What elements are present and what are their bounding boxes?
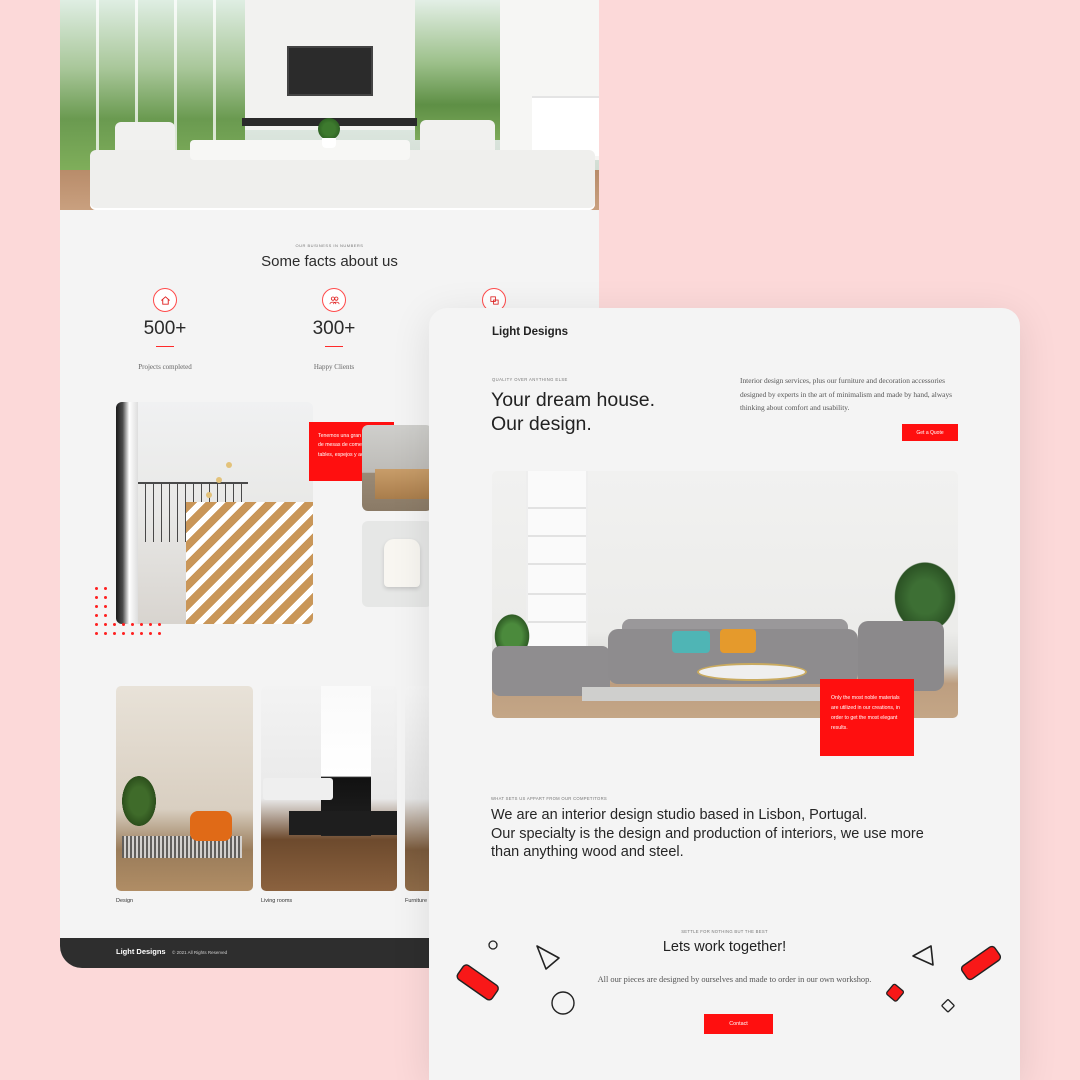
home-icon <box>153 288 177 312</box>
chair-image <box>362 521 432 607</box>
stat-projects: 500+ Projects completed <box>105 288 225 371</box>
facts-eyebrow: OUR BUSINESS IN NUMBERS <box>295 243 364 248</box>
about-eyebrow: WHAT SETS US APPART FROM OUR COMPETITORS <box>491 796 608 801</box>
front-page-preview: Light Designs QUALITY OVER ANYTHING ELSE… <box>429 308 1020 1080</box>
dot-pattern-decoration <box>95 587 165 643</box>
decorative-shapes-right <box>886 945 1002 1013</box>
hero-headline: Your dream house. Our design. <box>491 388 655 436</box>
about-line-1: We are an interior design studio based i… <box>491 807 868 823</box>
hero-intro: Interior design services, plus our furni… <box>740 376 953 412</box>
footer-brand[interactable]: Light Designs <box>116 947 166 956</box>
contact-button[interactable]: Contact <box>704 1014 773 1034</box>
hero-eyebrow: QUALITY OVER ANYTHING ELSE <box>492 377 568 382</box>
category-card-living-rooms[interactable] <box>261 686 397 891</box>
stat-label: Projects completed <box>138 363 192 371</box>
category-label-living-rooms[interactable]: Living rooms <box>261 898 292 904</box>
brand-logo[interactable]: Light Designs <box>492 326 568 338</box>
stat-label: Happy Clients <box>313 363 355 371</box>
work-text: All our pieces are designed by ourselves… <box>597 975 872 984</box>
stat-clients: 300+ Happy Clients <box>274 288 394 371</box>
about-text: We are an interior design studio based i… <box>491 806 951 862</box>
decorative-shapes-left <box>456 940 575 1015</box>
dresser-image <box>362 425 432 511</box>
category-label-design[interactable]: Design <box>116 898 133 904</box>
category-card-design[interactable] <box>116 686 253 891</box>
hero-headline-line1: Your dream house. <box>491 389 656 411</box>
work-eyebrow: SETTLE FOR NOTHING BUT THE BEST <box>681 929 768 934</box>
users-icon <box>322 288 346 312</box>
about-line-2: Our specialty is the design and producti… <box>491 825 924 861</box>
facts-title: Some facts about us <box>261 253 398 270</box>
materials-note: Only the most noble materials are utiliz… <box>820 679 914 756</box>
stat-value: 500+ <box>143 318 187 339</box>
get-quote-button[interactable]: Get a Quote <box>902 424 958 441</box>
hero-living-room-image <box>60 0 599 210</box>
footer-copyright: © 2021 All Rights Reserved <box>172 950 228 955</box>
stat-value: 300+ <box>312 318 356 339</box>
hero-headline-line2: Our design. <box>491 413 592 435</box>
